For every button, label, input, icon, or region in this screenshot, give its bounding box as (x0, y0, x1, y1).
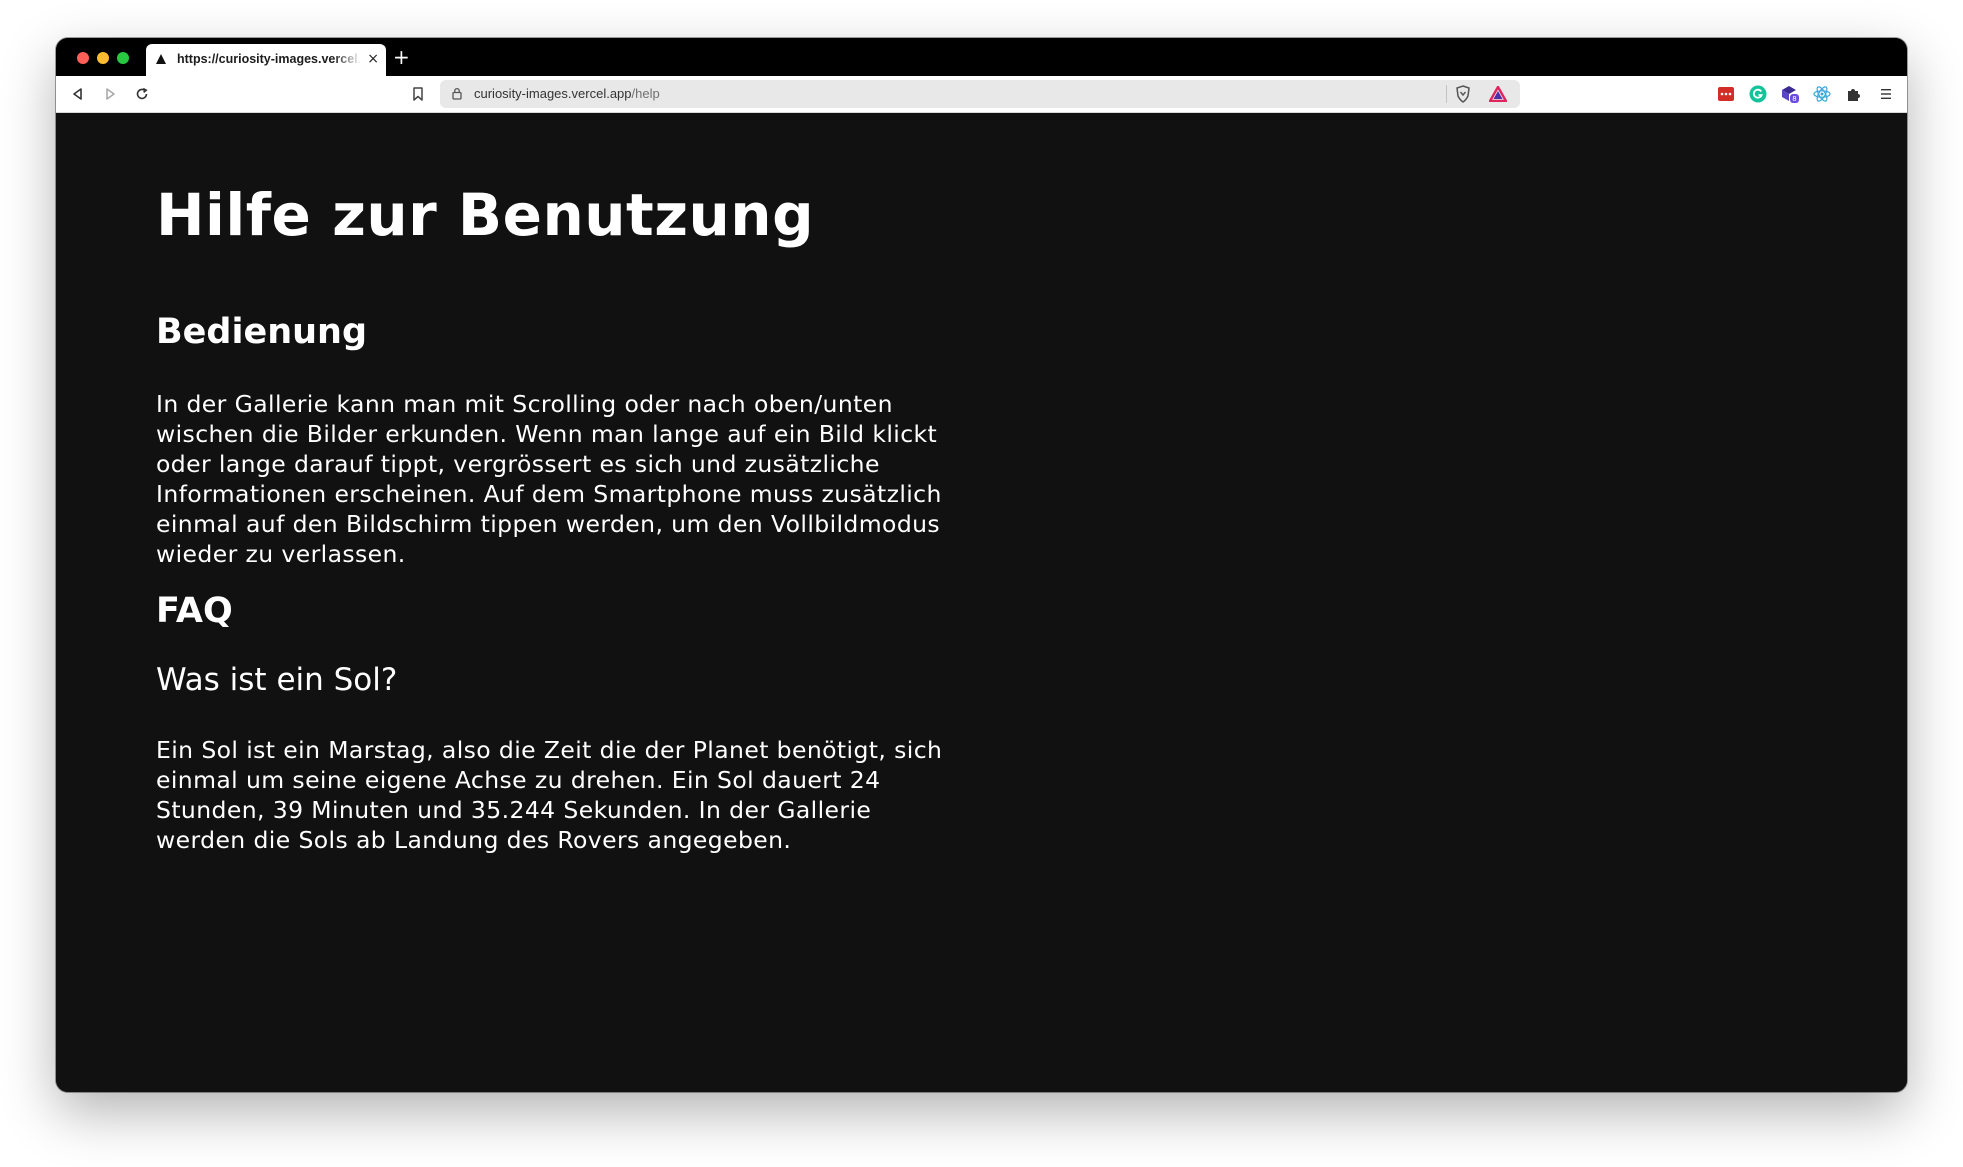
grammarly-icon (1749, 85, 1767, 103)
section-heading-bedienung: Bedienung (156, 312, 368, 352)
vercel-triangle-icon (156, 54, 166, 64)
extension-badge-icon: 8 (1782, 86, 1799, 103)
menu-icon (1881, 89, 1891, 99)
page-title: Hilfe zur Benutzung (156, 181, 815, 249)
tab-title: https://curiosity-images.vercel.app/help (177, 52, 361, 66)
reload-icon (136, 87, 148, 100)
bookmark-button[interactable] (408, 84, 428, 104)
lastpass-extension[interactable] (1716, 84, 1736, 104)
window-minimize-button[interactable] (97, 52, 109, 64)
section-heading-faq: FAQ (156, 591, 233, 631)
lastpass-icon (1718, 87, 1734, 101)
extension-badge-count: 8 (1792, 95, 1796, 103)
badge-extension[interactable]: 8 (1780, 84, 1800, 104)
extensions-button[interactable] (1844, 84, 1864, 104)
back-arrow-icon (73, 88, 82, 100)
window-close-button[interactable] (77, 52, 89, 64)
back-button[interactable] (68, 84, 88, 104)
tab-strip: https://curiosity-images.vercel.app/help… (56, 38, 1907, 76)
puzzle-icon (1848, 89, 1860, 101)
new-tab-button[interactable]: + (393, 45, 410, 69)
brave-shield-icon (1456, 85, 1470, 103)
url-path: /help (631, 86, 660, 101)
bookmark-icon (413, 87, 423, 101)
url-text: curiosity-images.vercel.app/help (474, 86, 660, 101)
tab-active[interactable]: https://curiosity-images.vercel.app/help… (146, 44, 386, 76)
browser-window: https://curiosity-images.vercel.app/help… (56, 38, 1907, 1092)
faq-answer: Ein Sol ist ein Marstag, also die Zeit d… (156, 736, 943, 854)
page-content: Hilfe zur Benutzung Bedienung In der Gal… (56, 113, 1907, 1092)
lock-icon (452, 87, 462, 100)
address-bar-divider (1446, 85, 1447, 103)
url-domain: curiosity-images.vercel.app (474, 86, 632, 101)
browser-toolbar: curiosity-images.vercel.app/help 8 (56, 76, 1907, 113)
address-bar[interactable]: curiosity-images.vercel.app/help (440, 80, 1520, 108)
window-maximize-button[interactable] (117, 52, 129, 64)
brave-shields-button[interactable] (1453, 84, 1473, 104)
reload-button[interactable] (132, 84, 152, 104)
grammarly-extension[interactable] (1748, 84, 1768, 104)
forward-arrow-icon (106, 88, 115, 100)
tab-close-button[interactable]: × (367, 50, 379, 68)
react-devtools-extension[interactable] (1812, 84, 1832, 104)
brave-rewards-triangle-icon (1489, 86, 1507, 102)
react-devtools-icon (1813, 86, 1831, 102)
browser-menu-button[interactable] (1876, 84, 1896, 104)
bedienung-text: In der Gallerie kann man mit Scrolling o… (156, 390, 942, 568)
forward-button[interactable] (100, 84, 120, 104)
faq-question: Was ist ein Sol? (156, 662, 398, 698)
brave-rewards-button[interactable] (1488, 84, 1508, 104)
